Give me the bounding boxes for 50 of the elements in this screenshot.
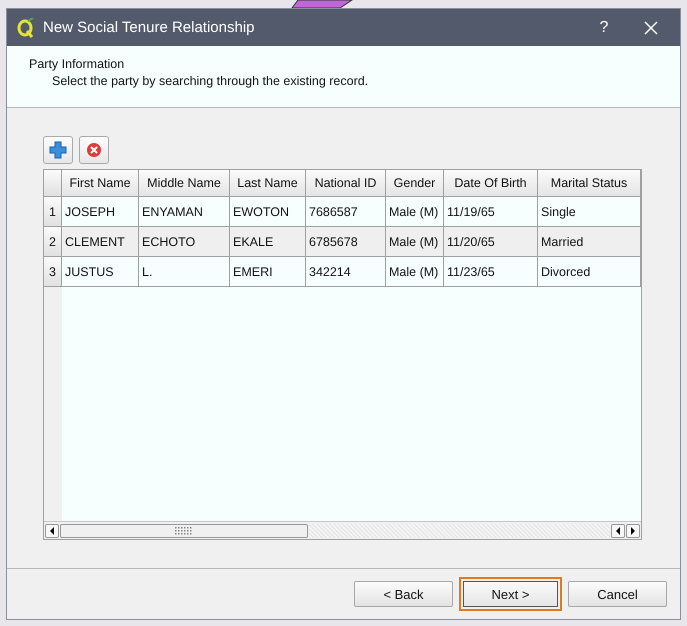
column-header[interactable]: Last Name bbox=[230, 170, 306, 196]
table-cell: 6785678 bbox=[306, 227, 386, 256]
table-cell: Divorced bbox=[538, 257, 641, 286]
column-header[interactable]: National ID bbox=[306, 170, 386, 196]
table-cell: EKALE bbox=[230, 227, 306, 256]
table-cell: Married bbox=[538, 227, 641, 256]
column-header[interactable]: Gender bbox=[386, 170, 444, 196]
table-cell: 11/19/65 bbox=[444, 197, 538, 226]
wizard-button[interactable]: Next > bbox=[459, 577, 562, 611]
column-header[interactable]: Date Of Birth bbox=[444, 170, 538, 196]
table-cell: CLEMENT bbox=[62, 227, 139, 256]
left-arrow-icon bbox=[49, 526, 55, 534]
plus-icon bbox=[49, 141, 67, 159]
row-header[interactable]: 2 bbox=[44, 227, 62, 256]
wizard-button[interactable]: Cancel bbox=[568, 581, 667, 607]
section-title: Party Information bbox=[29, 57, 126, 71]
table-cell: EWOTON bbox=[230, 197, 306, 226]
app-logo-icon bbox=[17, 18, 35, 38]
table-cell: EMERI bbox=[230, 257, 306, 286]
column-header[interactable]: Marital Status bbox=[538, 170, 641, 196]
close-icon[interactable] bbox=[642, 18, 660, 36]
table-cell: Male (M) bbox=[386, 227, 444, 256]
add-button[interactable] bbox=[43, 136, 73, 164]
section-subtitle: Select the party by searching through the existing record. bbox=[52, 74, 370, 88]
table-cell: ECHOTO bbox=[139, 227, 230, 256]
table-cell: Male (M) bbox=[386, 197, 444, 226]
table-cell: JUSTUS bbox=[62, 257, 139, 286]
grip-icon bbox=[175, 526, 193, 536]
row-header[interactable]: 1 bbox=[44, 197, 62, 226]
window-title: New Social Tenure Relationship bbox=[43, 19, 256, 36]
background-shape bbox=[291, 0, 354, 8]
table-cell: 342214 bbox=[306, 257, 386, 286]
table-cell: 11/23/65 bbox=[444, 257, 538, 286]
remove-button[interactable] bbox=[79, 136, 109, 164]
left-arrow-icon bbox=[615, 526, 621, 534]
remove-icon bbox=[86, 142, 102, 158]
column-header[interactable]: Middle Name bbox=[139, 170, 230, 196]
row-header[interactable]: 3 bbox=[44, 257, 62, 286]
right-arrow-icon bbox=[630, 526, 636, 534]
horizontal-scrollbar[interactable] bbox=[44, 521, 641, 539]
wizard-button[interactable]: < Back bbox=[354, 581, 453, 607]
table-cell: JOSEPH bbox=[62, 197, 139, 226]
table-cell: Male (M) bbox=[386, 257, 444, 286]
column-header[interactable]: First Name bbox=[62, 170, 139, 196]
table-cell: L. bbox=[139, 257, 230, 286]
table-cell: Single bbox=[538, 197, 641, 226]
table-cell: 7686587 bbox=[306, 197, 386, 226]
table-cell: 11/20/65 bbox=[444, 227, 538, 256]
table-cell: ENYAMAN bbox=[139, 197, 230, 226]
help-button[interactable]: ? bbox=[584, 18, 624, 36]
